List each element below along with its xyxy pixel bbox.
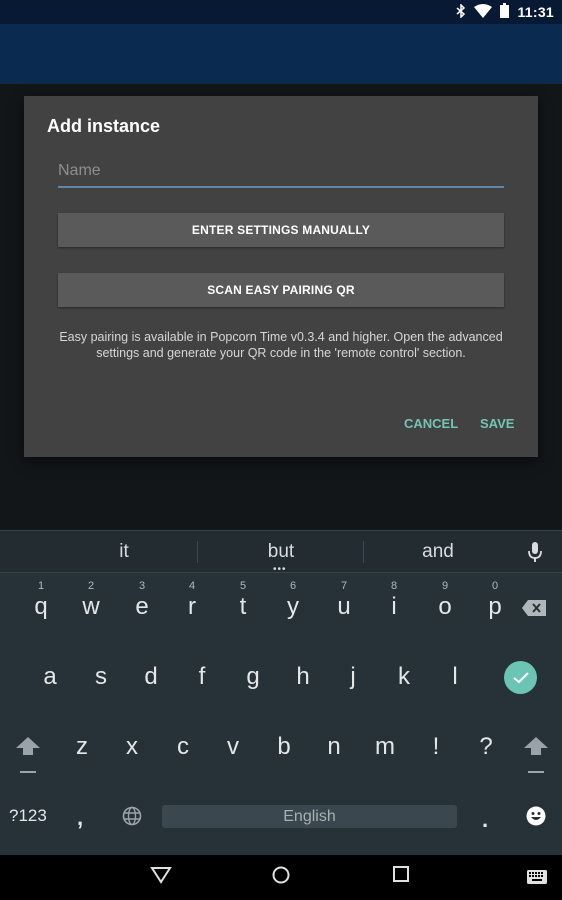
battery-icon xyxy=(500,3,510,21)
key-hint: 9 xyxy=(441,580,449,592)
key-a[interactable]: a xyxy=(26,663,74,691)
save-button[interactable]: SAVE xyxy=(480,416,514,431)
key-z[interactable]: z xyxy=(58,733,106,761)
key-m[interactable]: m xyxy=(361,733,409,761)
checkmark-icon xyxy=(512,671,529,683)
key-p[interactable]: p xyxy=(471,593,519,621)
key-hint: 0 xyxy=(491,580,499,592)
comma-key[interactable]: , xyxy=(77,805,83,831)
key-hint: 5 xyxy=(239,580,247,592)
wifi-icon xyxy=(474,3,493,21)
key-b[interactable]: b xyxy=(260,733,308,761)
emoji-icon[interactable] xyxy=(526,806,546,831)
key-t[interactable]: t xyxy=(219,593,267,621)
dialog-title: Add instance xyxy=(47,116,161,136)
back-icon[interactable] xyxy=(150,866,172,889)
key-r[interactable]: r xyxy=(168,593,216,621)
language-globe-icon[interactable] xyxy=(122,806,142,831)
key-hint: 2 xyxy=(87,580,95,592)
key-g[interactable]: g xyxy=(229,663,277,691)
microphone-icon[interactable] xyxy=(528,541,542,568)
clock: 11:31 xyxy=(517,4,554,20)
suggestion-divider xyxy=(197,541,198,563)
key-e[interactable]: e xyxy=(118,593,166,621)
key-h[interactable]: h xyxy=(279,663,327,691)
home-icon[interactable] xyxy=(272,866,290,889)
scan-qr-button[interactable]: SCAN EASY PAIRING QR xyxy=(58,273,504,307)
key-question[interactable]: ? xyxy=(462,733,510,761)
enter-key[interactable] xyxy=(504,661,537,694)
key-hint: 8 xyxy=(390,580,398,592)
key-hint: 7 xyxy=(340,580,348,592)
suggestion-item[interactable]: and xyxy=(358,541,518,563)
key-j[interactable]: j xyxy=(329,663,377,691)
easy-pairing-info: Easy pairing is available in Popcorn Tim… xyxy=(59,330,503,360)
key-d[interactable]: d xyxy=(127,663,175,691)
backspace-key[interactable] xyxy=(522,600,546,621)
cancel-button[interactable]: CANCEL xyxy=(404,416,458,431)
shift-key-right[interactable] xyxy=(524,737,548,778)
key-hint: 3 xyxy=(138,580,146,592)
key-l[interactable]: l xyxy=(431,663,479,691)
key-c[interactable]: c xyxy=(159,733,207,761)
add-instance-dialog: Add instance ENTER SETTINGS MANUALLY SCA… xyxy=(24,96,538,457)
suggestion-strip: it but ••• and xyxy=(0,531,562,575)
status-bar: 11:31 xyxy=(0,0,562,24)
key-o[interactable]: o xyxy=(421,593,469,621)
key-q[interactable]: q xyxy=(17,593,65,621)
key-hint: 6 xyxy=(289,580,297,592)
name-input[interactable] xyxy=(58,156,504,188)
bluetooth-icon xyxy=(456,2,466,21)
key-s[interactable]: s xyxy=(77,663,125,691)
recents-icon[interactable] xyxy=(393,866,409,887)
key-w[interactable]: w xyxy=(67,593,115,621)
keyboard-switch-icon[interactable] xyxy=(527,870,547,889)
period-key[interactable]: . xyxy=(482,807,488,833)
more-suggestions-icon[interactable]: ••• xyxy=(273,565,287,575)
navigation-bar xyxy=(0,855,562,900)
symbols-key[interactable]: ?123 xyxy=(9,806,47,826)
suggestion-item[interactable]: it xyxy=(44,541,204,563)
key-u[interactable]: u xyxy=(320,593,368,621)
key-f[interactable]: f xyxy=(178,663,226,691)
spacebar[interactable]: English xyxy=(162,805,457,828)
suggestion-item[interactable]: but xyxy=(201,541,361,563)
app-bar xyxy=(0,24,562,84)
key-hint: 4 xyxy=(188,580,196,592)
soft-keyboard: it but ••• and 1q 2w 3e 4r 5t 6y 7u 8i 9o 0p asdf… xyxy=(0,530,562,855)
key-k[interactable]: k xyxy=(380,663,428,691)
key-x[interactable]: x xyxy=(108,733,156,761)
key-y[interactable]: y xyxy=(269,593,317,621)
key-hint: 1 xyxy=(37,580,45,592)
key-n[interactable]: n xyxy=(310,733,358,761)
enter-settings-manually-button[interactable]: ENTER SETTINGS MANUALLY xyxy=(58,213,504,247)
shift-key-left[interactable] xyxy=(16,737,40,778)
key-v[interactable]: v xyxy=(209,733,257,761)
key-exclamation[interactable]: ! xyxy=(412,733,460,761)
key-i[interactable]: i xyxy=(370,593,418,621)
